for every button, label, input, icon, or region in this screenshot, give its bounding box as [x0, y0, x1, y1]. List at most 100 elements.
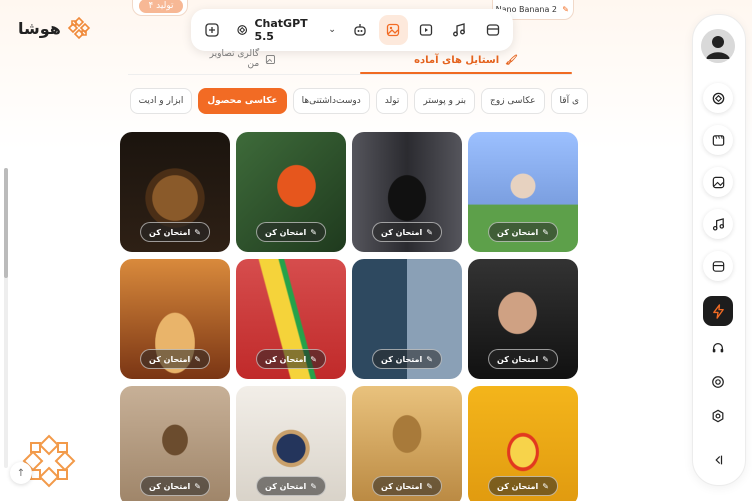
card-sand-bread[interactable]: امتحان کن ✎: [352, 386, 462, 501]
scroll-top-button[interactable]: ↑: [10, 462, 32, 484]
sidebar-settings-button[interactable]: [708, 406, 728, 426]
sidebar-image-button[interactable]: [703, 167, 733, 197]
gallery-icon: [266, 54, 276, 64]
video-add-icon: [712, 134, 724, 146]
card-desert-landscape[interactable]: امتحان کن ✎: [120, 259, 230, 379]
card-wrist-watch[interactable]: امتحان کن ✎: [236, 386, 346, 501]
toolbar-folder-button[interactable]: [478, 15, 507, 45]
toolbar-video-button[interactable]: [412, 15, 441, 45]
pencil-icon: ✎: [426, 227, 433, 237]
video-icon: [420, 24, 433, 36]
model-selector[interactable]: ChatGPT 5.5 ⌄: [230, 15, 342, 45]
card-leopard-legs[interactable]: امتحان کن ✎: [120, 386, 230, 501]
try-it-label: امتحان کن: [265, 354, 307, 364]
headset-icon: [712, 343, 724, 353]
card-orange-jacket[interactable]: امتحان کن ✎: [236, 132, 346, 252]
try-it-button[interactable]: امتحان کن ✎: [140, 222, 210, 242]
pencil-icon: ✎: [542, 354, 549, 364]
try-it-button[interactable]: امتحان کن ✎: [256, 476, 326, 496]
settings-icon: [712, 409, 724, 423]
tab-my-gallery[interactable]: گالری تصاویر من: [196, 46, 276, 72]
card-sneakers[interactable]: امتحان کن ✎: [352, 259, 462, 379]
category-chip[interactable]: دوست‌داشتنی‌ها: [292, 88, 370, 114]
sidebar-support-button[interactable]: [708, 338, 728, 358]
try-it-label: امتحان کن: [381, 354, 423, 364]
try-it-button[interactable]: امتحان کن ✎: [140, 349, 210, 369]
try-it-label: امتحان کن: [497, 354, 539, 364]
try-it-button[interactable]: امتحان کن ✎: [488, 349, 558, 369]
folder-icon: [486, 24, 499, 36]
pencil-icon: ✎: [426, 481, 433, 491]
try-it-label: امتحان کن: [149, 354, 191, 364]
try-it-button[interactable]: امتحان کن ✎: [256, 349, 326, 369]
pencil-icon: ✎: [310, 227, 317, 237]
pencil-icon: ✎: [194, 481, 201, 491]
sidebar-upgrade-button[interactable]: [703, 296, 733, 326]
pencil-icon: ✎: [194, 227, 201, 237]
hosha-watermark-icon: [22, 434, 76, 488]
toolbar-add-button[interactable]: [197, 15, 226, 45]
avatar[interactable]: [701, 29, 735, 63]
card-milli-girl[interactable]: امتحان کن ✎: [468, 132, 578, 252]
tab-ready-label: استایل های آماده: [414, 54, 500, 66]
try-it-label: امتحان کن: [497, 481, 539, 491]
help-icon: [712, 376, 724, 388]
tabs-divider: [128, 74, 572, 75]
model-label: ChatGPT 5.5: [254, 17, 308, 43]
try-it-button[interactable]: امتحان کن ✎: [488, 222, 558, 242]
generate-pill: تولید ۴: [139, 0, 183, 13]
pencil-icon: ✎: [310, 354, 317, 364]
try-it-button[interactable]: امتحان کن ✎: [488, 476, 558, 496]
sidebar-video-button[interactable]: [703, 125, 733, 155]
chevron-down-icon: ⌄: [328, 25, 336, 35]
brush-icon: 🖌: [505, 54, 518, 66]
try-it-label: امتحان کن: [497, 227, 539, 237]
banana-icon: ✎: [562, 5, 569, 14]
category-chip[interactable]: ابزار و ادیت: [129, 88, 193, 114]
sidebar-collapse-button[interactable]: [708, 450, 728, 470]
robot-icon: [354, 24, 367, 36]
pencil-icon: ✎: [542, 227, 549, 237]
try-it-label: امتحان کن: [381, 481, 423, 491]
scrollbar-thumb[interactable]: [4, 168, 8, 278]
openai-icon: [237, 25, 248, 35]
sidebar-chatgpt-button[interactable]: [703, 83, 733, 113]
category-chip[interactable]: تولد: [375, 88, 409, 114]
card-toothpaste[interactable]: امتحان کن ✎: [236, 259, 346, 379]
arrow-up-icon: ↑: [16, 467, 26, 479]
lightning-icon: [712, 303, 724, 319]
try-it-button[interactable]: امتحان کن ✎: [372, 222, 442, 242]
try-it-label: امتحان کن: [381, 227, 423, 237]
try-it-button[interactable]: امتحان کن ✎: [140, 476, 210, 496]
category-chip[interactable]: ی آقا: [550, 88, 588, 114]
card-tshirt-rack[interactable]: امتحان کن ✎: [352, 132, 462, 252]
card-oil-bottle[interactable]: امتحان کن ✎: [468, 386, 578, 501]
try-it-label: امتحان کن: [265, 481, 307, 491]
category-chip[interactable]: عکاسی زوج: [481, 88, 545, 114]
hosha-logo-icon: [67, 16, 91, 40]
pencil-icon: ✎: [426, 354, 433, 364]
card-watch-wood[interactable]: امتحان کن ✎: [120, 132, 230, 252]
toolbar-robot-button[interactable]: [346, 15, 375, 45]
category-chips: ی آقا عکاسی زوج بنر و پوستر تولد دوست‌داشتنی…: [124, 88, 588, 114]
sidebar-folder-button[interactable]: [703, 251, 733, 281]
music-icon: [712, 217, 724, 231]
try-it-button[interactable]: امتحان کن ✎: [256, 222, 326, 242]
generate-card-peek[interactable]: تولید ۴: [132, 0, 188, 16]
try-it-label: امتحان کن: [149, 227, 191, 237]
pencil-icon: ✎: [310, 481, 317, 491]
card-sunglasses-man[interactable]: امتحان کن ✎: [468, 259, 578, 379]
openai-icon: [712, 92, 724, 104]
brand-logo[interactable]: هوشا: [18, 16, 91, 40]
try-it-button[interactable]: امتحان کن ✎: [372, 476, 442, 496]
sidebar-music-button[interactable]: [703, 209, 733, 239]
try-it-button[interactable]: امتحان کن ✎: [372, 349, 442, 369]
collapse-icon: [715, 455, 723, 465]
toolbar-image-button[interactable]: [378, 15, 408, 45]
tab-gallery-label: گالری تصاویر من: [209, 49, 260, 69]
category-chip[interactable]: عکاسی محصول: [198, 88, 287, 114]
tab-ready-styles[interactable]: استایل های آماده 🖌: [360, 46, 572, 74]
sidebar-help-button[interactable]: [708, 372, 728, 392]
toolbar-music-button[interactable]: [445, 15, 474, 45]
category-chip[interactable]: بنر و پوستر: [414, 88, 476, 114]
